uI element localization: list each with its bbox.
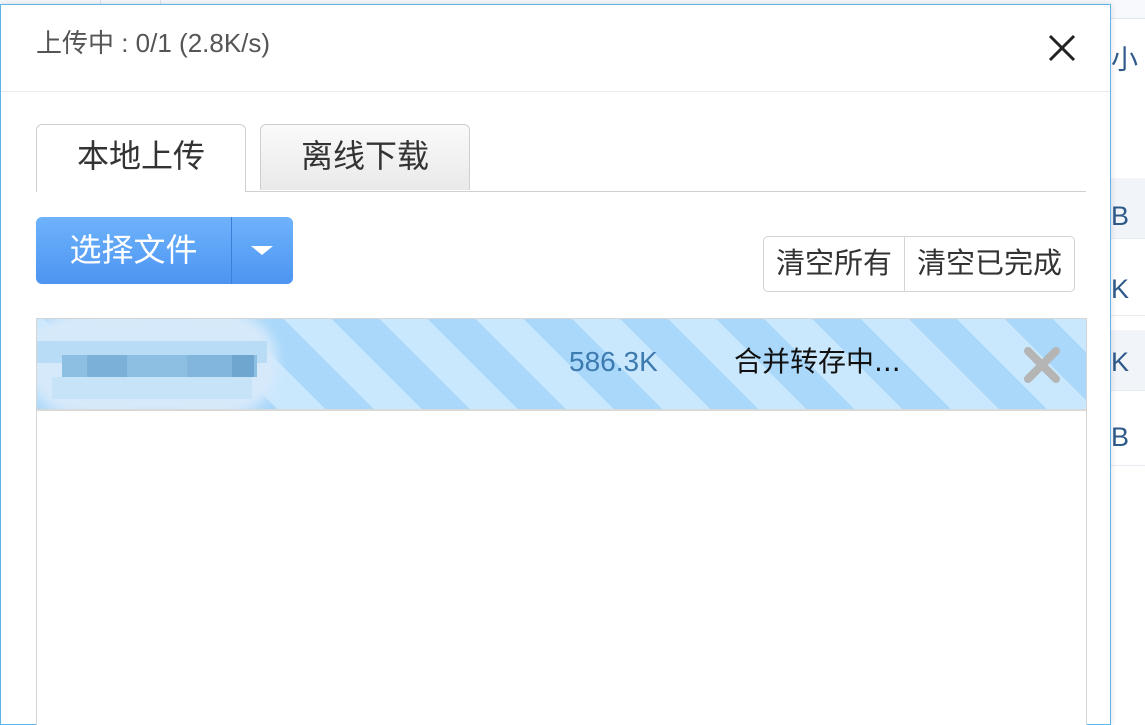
clear-all-button[interactable]: 清空所有 — [764, 237, 906, 291]
choose-file-button-group: 选择文件 — [36, 217, 293, 284]
close-button[interactable] — [1041, 27, 1083, 69]
tab-offline-download[interactable]: 离线下载 — [260, 124, 470, 190]
caret-down-icon — [251, 246, 273, 255]
background-cell: K — [1111, 274, 1130, 304]
close-icon — [1048, 34, 1076, 62]
redaction-pixel — [52, 377, 252, 399]
redaction-pixel — [87, 355, 127, 377]
list-item[interactable]: 586.3K 合并转存中... — [37, 319, 1086, 411]
redaction-pixel — [232, 355, 254, 377]
remove-icon — [1024, 347, 1060, 383]
background-cell: K — [1111, 347, 1130, 377]
file-name-redacted — [37, 319, 277, 409]
dialog-header: 上传中 : 0/1 (2.8K/s) — [1, 5, 1110, 92]
tab-local-upload[interactable]: 本地上传 — [36, 124, 246, 192]
file-size: 586.3K — [569, 346, 658, 377]
upload-dialog: 上传中 : 0/1 (2.8K/s) 本地上传 离线下载 选择文件 清空所有 清… — [0, 4, 1111, 725]
redaction-pixel — [187, 355, 232, 377]
choose-file-dropdown-button[interactable] — [232, 217, 293, 284]
file-status: 合并转存中... — [734, 345, 901, 378]
background-cell: B — [1111, 422, 1130, 452]
upload-file-list: 586.3K 合并转存中... — [36, 318, 1087, 725]
dialog-title: 上传中 : 0/1 (2.8K/s) — [36, 28, 271, 58]
background-cell: B — [1111, 201, 1130, 231]
background-column-header: 小 — [1111, 45, 1138, 75]
tab-bar: 本地上传 离线下载 — [36, 123, 1086, 192]
remove-file-button[interactable] — [1022, 345, 1062, 385]
choose-file-button[interactable]: 选择文件 — [36, 217, 231, 284]
clear-completed-button[interactable]: 清空已完成 — [905, 237, 1074, 291]
clear-button-group: 清空所有 清空已完成 — [763, 236, 1076, 292]
